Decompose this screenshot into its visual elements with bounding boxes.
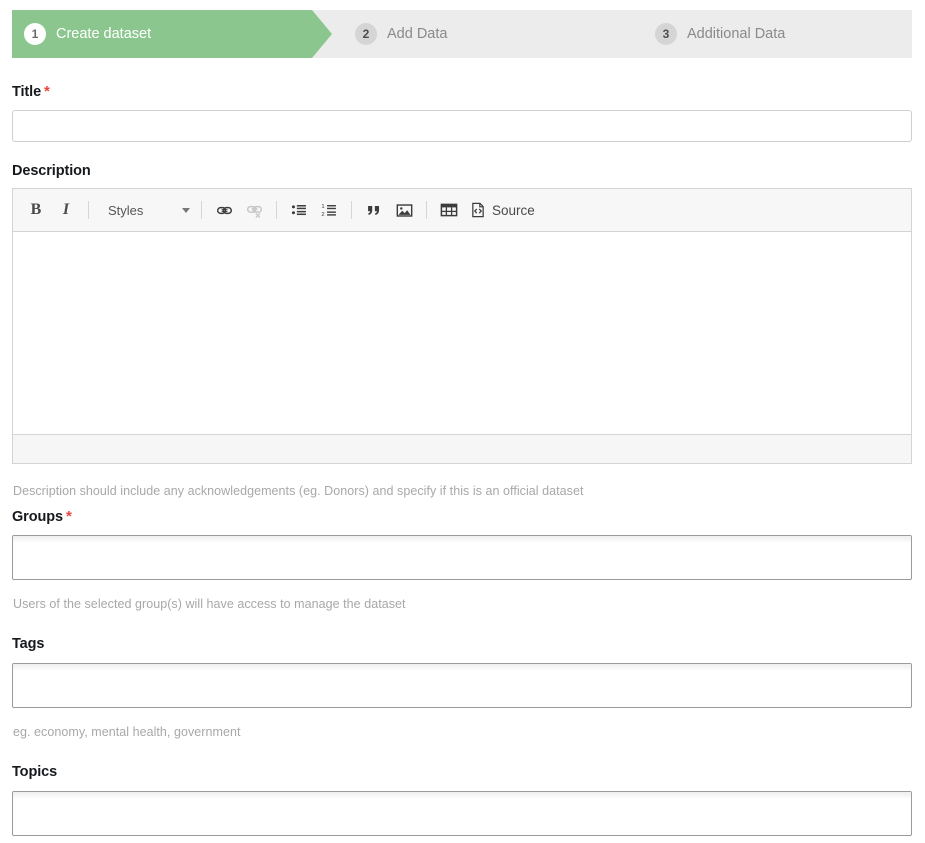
editor-statusbar <box>13 434 911 463</box>
create-dataset-page: 1 Create dataset 2 Add Data 3 Additional… <box>0 0 925 843</box>
topics-label-text: Topics <box>12 764 58 780</box>
svg-text:2: 2 <box>321 211 324 217</box>
groups-hint: Users of the selected group(s) will have… <box>13 597 406 611</box>
groups-label: Groups * <box>12 508 72 525</box>
source-button-label: Source <box>492 202 535 218</box>
chevron-down-icon <box>182 207 190 213</box>
tags-select[interactable] <box>12 663 912 708</box>
toolbar-divider <box>426 201 427 219</box>
image-icon[interactable] <box>391 197 417 223</box>
table-icon[interactable] <box>436 197 462 223</box>
wizard-stepper: 1 Create dataset 2 Add Data 3 Additional… <box>12 10 912 58</box>
svg-text:1: 1 <box>321 204 324 210</box>
link-icon[interactable] <box>211 197 237 223</box>
title-input[interactable] <box>12 110 912 142</box>
toolbar-divider <box>351 201 352 219</box>
title-label: Title * <box>12 83 50 100</box>
description-editor-body[interactable] <box>13 232 911 434</box>
groups-label-text: Groups <box>12 509 63 525</box>
stepper-step-1-label: Create dataset <box>56 26 152 42</box>
stepper-step-add-data[interactable]: 2 Add Data <box>312 10 612 58</box>
styles-dropdown-label: Styles <box>108 202 144 218</box>
stepper-step-3-number: 3 <box>655 23 677 45</box>
toolbar-divider <box>201 201 202 219</box>
tags-hint: eg. economy, mental health, government <box>13 725 241 739</box>
stepper-step-1-number: 1 <box>24 23 46 45</box>
bulleted-list-icon[interactable] <box>286 197 312 223</box>
tags-label: Tags <box>12 636 44 652</box>
stepper-step-2-label: Add Data <box>387 26 448 42</box>
description-label-text: Description <box>12 163 91 179</box>
blockquote-icon[interactable] <box>361 197 387 223</box>
editor-toolbar: B I Styles 1 2 Source <box>13 189 911 232</box>
styles-dropdown[interactable]: Styles <box>102 197 194 223</box>
unlink-icon <box>241 197 267 223</box>
groups-select[interactable] <box>12 535 912 580</box>
italic-icon[interactable]: I <box>53 197 79 223</box>
title-required-asterisk: * <box>44 83 50 100</box>
stepper-step-2-number: 2 <box>355 23 377 45</box>
description-hint: Description should include any acknowled… <box>13 484 584 498</box>
toolbar-divider <box>276 201 277 219</box>
title-label-text: Title <box>12 84 42 100</box>
stepper-step-3-label: Additional Data <box>687 26 786 42</box>
bold-icon[interactable]: B <box>23 197 49 223</box>
tags-label-text: Tags <box>12 636 45 652</box>
topics-label: Topics <box>12 764 57 780</box>
stepper-step-create-dataset[interactable]: 1 Create dataset <box>12 10 332 58</box>
topics-select[interactable] <box>12 791 912 836</box>
description-editor: B I Styles 1 2 Source <box>12 188 912 464</box>
stepper-step-additional-data[interactable]: 3 Additional Data <box>612 10 912 58</box>
description-label: Description <box>12 163 91 179</box>
source-button[interactable]: Source <box>464 197 541 223</box>
source-code-icon <box>472 202 484 218</box>
numbered-list-icon[interactable]: 1 2 <box>316 197 342 223</box>
groups-required-asterisk: * <box>65 508 72 525</box>
toolbar-divider <box>88 201 89 219</box>
